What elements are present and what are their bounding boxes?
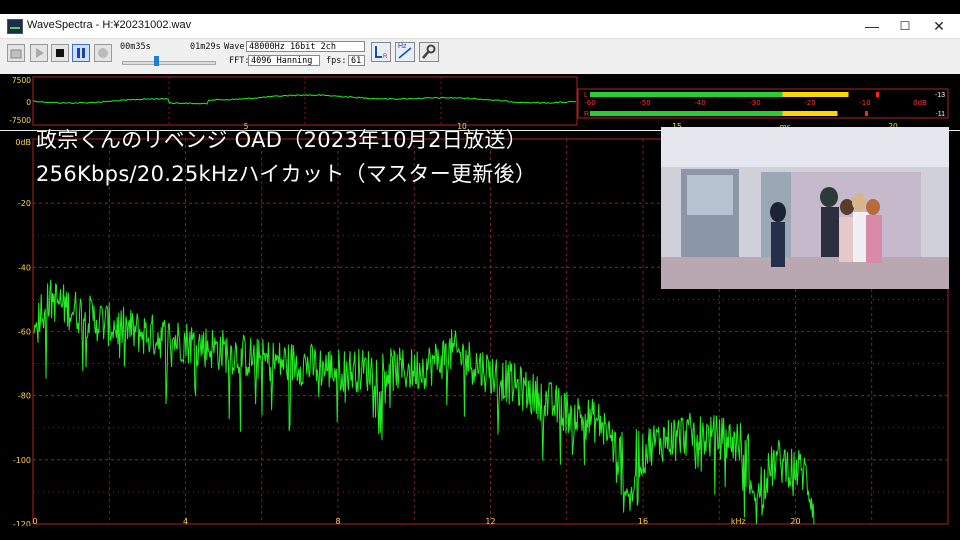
meter-bar-yellow	[782, 111, 838, 116]
wave-ytick-0: 0	[26, 98, 31, 107]
pause-button[interactable]	[72, 44, 90, 62]
elapsed-time: 00m35s	[120, 42, 151, 52]
spectrum-xtick-label: 16	[638, 517, 648, 526]
wave-format-field: 48000Hz 16bit 2ch	[246, 41, 365, 52]
title-bar[interactable]: WaveSpectra - H:¥20231002.wav — ☐ ✕	[0, 14, 960, 39]
fps-field: 61	[348, 55, 365, 66]
meter-tick-label: -50	[639, 99, 650, 107]
meter-tick-label: 0dB	[913, 99, 927, 107]
meter-bar-green	[590, 92, 783, 97]
toolbar: 00m35s 01m29s Wave: 48000Hz 16bit 2ch FF…	[0, 39, 960, 75]
overlay-caption-line2: 256Kbps/20.25kHzハイカット（マスター更新後）	[36, 162, 537, 186]
spectrum-ytick-label: -100	[13, 456, 31, 465]
hz-icon: Hz	[398, 43, 407, 50]
waveform-graph: 7500 0 -7500 5 10 15 20 ms L R -60 -50 -40…	[9, 76, 949, 131]
meter-bar-green	[590, 111, 783, 116]
meter-tick-label: -40	[694, 99, 705, 107]
fft-label: FFT:	[229, 56, 250, 66]
wave-ytick-7500: 7500	[12, 76, 31, 85]
meter-tick-label: -30	[749, 99, 760, 107]
position-slider-thumb[interactable]	[154, 56, 160, 66]
spectrum-ytick-label: -20	[18, 199, 31, 208]
meter-readout-right: -11	[935, 111, 945, 118]
spectrum-ytick-label: -60	[18, 328, 31, 337]
play-button[interactable]	[30, 44, 48, 62]
spectrum-xtick-label: 12	[485, 517, 495, 526]
meter-tick-label: -60	[584, 99, 595, 107]
record-icon	[98, 48, 108, 58]
wrench-icon	[422, 44, 436, 59]
position-slider[interactable]	[122, 61, 216, 65]
wave-ytick-minus-7500: -7500	[9, 116, 31, 125]
meter-label-left: L	[584, 92, 588, 99]
close-button[interactable]: ✕	[923, 14, 955, 38]
open-file-button[interactable]	[7, 44, 25, 62]
spectrum-ytick-label: -80	[18, 392, 31, 401]
stop-button[interactable]	[51, 44, 69, 62]
level-meter: L R -60 -50 -40 -30 -20 -10 0dB -13 -11	[577, 88, 949, 119]
waveform-panel: 7500 0 -7500 5 10 15 20 ms L R -60 -50 -40…	[0, 74, 960, 131]
meter-tick-label: -10	[859, 99, 870, 107]
channel-lr-button[interactable]: R	[371, 42, 391, 62]
maximize-button[interactable]: ☐	[889, 14, 921, 38]
total-time: 01m29s	[190, 42, 221, 52]
spectrum-xtick-label: 4	[183, 517, 188, 526]
stop-icon	[56, 49, 64, 57]
play-icon	[36, 48, 44, 58]
frequency-settings-button[interactable]: Hz	[395, 42, 415, 62]
meter-tick-label: -20	[804, 99, 815, 107]
fft-setting-field: 4096 Hanning	[248, 55, 320, 66]
meter-label-right: R	[584, 111, 589, 118]
lr-icon: R	[375, 46, 388, 60]
spectrum-series-line	[33, 279, 815, 525]
window-title: WaveSpectra - H:¥20231002.wav	[27, 19, 192, 31]
meter-peak-marker	[876, 92, 879, 97]
spectrum-ytick-label: -40	[18, 263, 31, 272]
anime-screenshot-thumbnail	[661, 127, 949, 289]
meter-bar-yellow	[782, 92, 849, 97]
spectrum-x-axis-unit: kHz	[731, 517, 746, 526]
folder-icon	[10, 49, 22, 59]
fps-label: fps:	[326, 56, 347, 66]
overlay-caption-line1: 政宗くんのリベンジ OAD（2023年10月2日放送）	[36, 128, 527, 152]
app-icon	[7, 19, 23, 34]
waveform-line	[32, 94, 576, 105]
thumbnail-scene	[661, 127, 949, 289]
spectrum-xtick-label: 8	[335, 517, 340, 526]
spectrum-xtick-label: 0	[32, 517, 37, 526]
record-button[interactable]	[94, 44, 112, 62]
svg-text:R: R	[383, 54, 388, 60]
spectrum-ytick-label: -120	[13, 520, 31, 526]
meter-peak-marker	[865, 111, 868, 116]
settings-button[interactable]	[419, 42, 439, 62]
minimize-button[interactable]: —	[856, 14, 888, 38]
pause-icon	[77, 48, 85, 58]
meter-readout-left: -13	[935, 92, 945, 99]
spectrum-ytick-label: 0dB	[15, 138, 31, 147]
spectrum-xtick-label: 20	[790, 517, 800, 526]
